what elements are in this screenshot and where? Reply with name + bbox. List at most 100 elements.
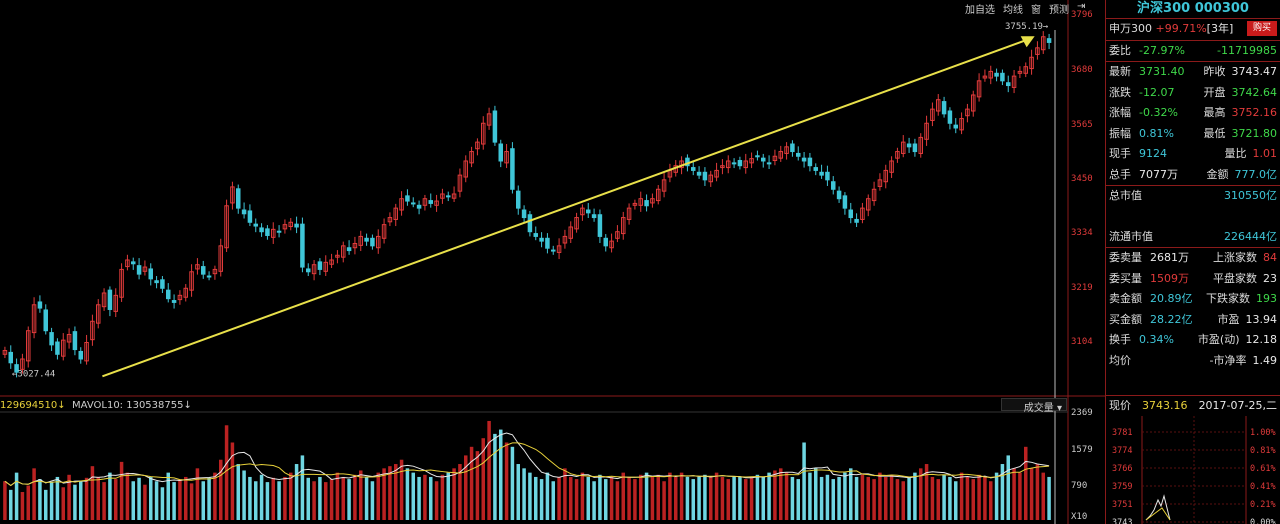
candle-body (72, 331, 78, 351)
mini-pct-tick: 0.61% (1250, 464, 1276, 474)
candle-body (801, 157, 807, 162)
volume-bar (586, 476, 590, 520)
volume-bar (831, 479, 835, 520)
volume-bar (930, 476, 935, 520)
quote-label: 委比 (1109, 43, 1131, 57)
quote-value: -27.97% (1139, 43, 1185, 57)
quote-value: 0.34% (1139, 333, 1174, 346)
candle-body (253, 223, 258, 227)
quote-label-2: 最低 (1203, 126, 1226, 140)
candle-body (154, 280, 159, 284)
quote-value: 28.22亿 (1150, 312, 1193, 326)
volume-bar (668, 472, 672, 520)
volume-bar (1012, 468, 1016, 520)
volume-bar (580, 472, 585, 520)
window-button[interactable]: 窗 (1029, 1, 1043, 16)
volume-bar (335, 472, 340, 520)
kline-chart-area[interactable]: ←3027.44 3755.19→ 加自选 均线 窗 预测 ⇥ 3796 3680… (0, 0, 1105, 524)
quote-label-2: -市净率 (1209, 353, 1247, 367)
candle-body (755, 155, 760, 158)
volume-bar (353, 474, 357, 520)
volume-bar (504, 442, 509, 520)
indicator-select[interactable]: 成交量 ▾ (1001, 398, 1067, 414)
price-tick: 3219 (1071, 283, 1093, 293)
low-marker: ←3027.44 (12, 369, 55, 379)
volume-bar (55, 476, 60, 520)
price-tick: 3565 (1071, 120, 1093, 130)
candle-body (941, 101, 947, 115)
float-value-label: 流通市值 (1109, 229, 1153, 243)
candle-body (259, 227, 264, 233)
intraday-date: 2017-07-25,二 (1198, 399, 1277, 412)
candle-body (539, 237, 544, 242)
volume-bar (954, 481, 958, 520)
candle-body (446, 195, 451, 198)
moving-average-button[interactable]: 均线 (1001, 1, 1025, 16)
price-tick: 3450 (1071, 174, 1093, 184)
candle-body (533, 233, 538, 237)
volume-bar (510, 446, 515, 520)
quote-value-2: 3752.16 (1231, 106, 1278, 119)
volume-tick: 1579 (1071, 445, 1093, 455)
quote-label: 委买量 (1109, 271, 1142, 285)
candle-body (702, 171, 708, 181)
candle-body (55, 341, 60, 355)
candle-body (166, 289, 171, 300)
quote-label: 最新 (1109, 65, 1131, 78)
candle-body (591, 214, 597, 219)
quote-label: 振幅 (1109, 126, 1131, 140)
volume-bar (837, 476, 841, 520)
candle-body (912, 143, 918, 153)
candle-body (300, 223, 305, 268)
quote-label: 现手 (1109, 147, 1131, 160)
add-favorite-button[interactable]: 加自选 (963, 1, 997, 16)
volume-bar (283, 476, 287, 520)
quote-label-2: 市盈(动) (1197, 333, 1240, 346)
volume-bar (20, 492, 25, 520)
volume-bar (796, 479, 800, 520)
volume-bar (277, 481, 281, 520)
quote-label: 涨幅 (1109, 106, 1131, 119)
volume-bar (749, 476, 754, 520)
candle-body (428, 200, 433, 204)
forecast-button[interactable]: 预测 (1047, 1, 1071, 16)
volume-bar (965, 476, 970, 520)
price-tick: 3104 (1071, 337, 1093, 347)
volume-bar (242, 470, 246, 520)
volume-bar (674, 476, 678, 520)
volume-bar (493, 433, 497, 520)
intraday-price: 3743.16 (1142, 399, 1188, 412)
volume-bar (1000, 464, 1005, 520)
quote-row: 涨幅 -0.32% 最高 3752.16 (1106, 103, 1280, 124)
quote-panel: 沪深300 000300 申万300 +99.71%[3年] 购买 委比 -27.… (1105, 0, 1280, 524)
quote-value: 9124 (1139, 147, 1167, 160)
candle-body (644, 200, 649, 207)
volume-bar (230, 442, 235, 520)
quote-label: 换手 (1109, 333, 1131, 346)
candle-body (346, 247, 352, 252)
quote-value: 1509万 (1150, 271, 1189, 285)
quote-row: 委比 -27.97% -11719985 (1106, 41, 1280, 62)
quote-row: 现手 9124 量比 1.01 (1106, 144, 1280, 165)
candlestick-chart[interactable]: ←3027.44 3755.19→ (0, 0, 1105, 524)
buy-button[interactable]: 购买 (1246, 21, 1277, 36)
mini-avg-line (1145, 507, 1171, 521)
mini-pct-tick: 0.41% (1250, 482, 1276, 492)
volume-bar (528, 472, 532, 520)
volume-bar (685, 476, 690, 520)
volume-bar (697, 476, 701, 520)
volume-bar (359, 470, 363, 520)
volume-bar (569, 476, 573, 520)
volume-bar (38, 479, 42, 520)
candle-body (492, 110, 498, 143)
quote-row: 委买量 1509万 平盘家数 23 (1106, 269, 1280, 290)
quote-label: 委卖量 (1109, 251, 1142, 264)
volume-bar (994, 472, 999, 520)
quote-label-2: 上涨家数 (1213, 251, 1257, 264)
candle-body (1000, 72, 1005, 82)
candle-body (241, 209, 247, 215)
volume-bar (779, 468, 783, 520)
volume-bar (784, 472, 789, 520)
volume-bar (324, 482, 328, 520)
intraday-mini-chart[interactable]: 3781 1.00% 3774 0.81% 3766 0.61% 3759 0.41% 3751… (1106, 416, 1280, 524)
